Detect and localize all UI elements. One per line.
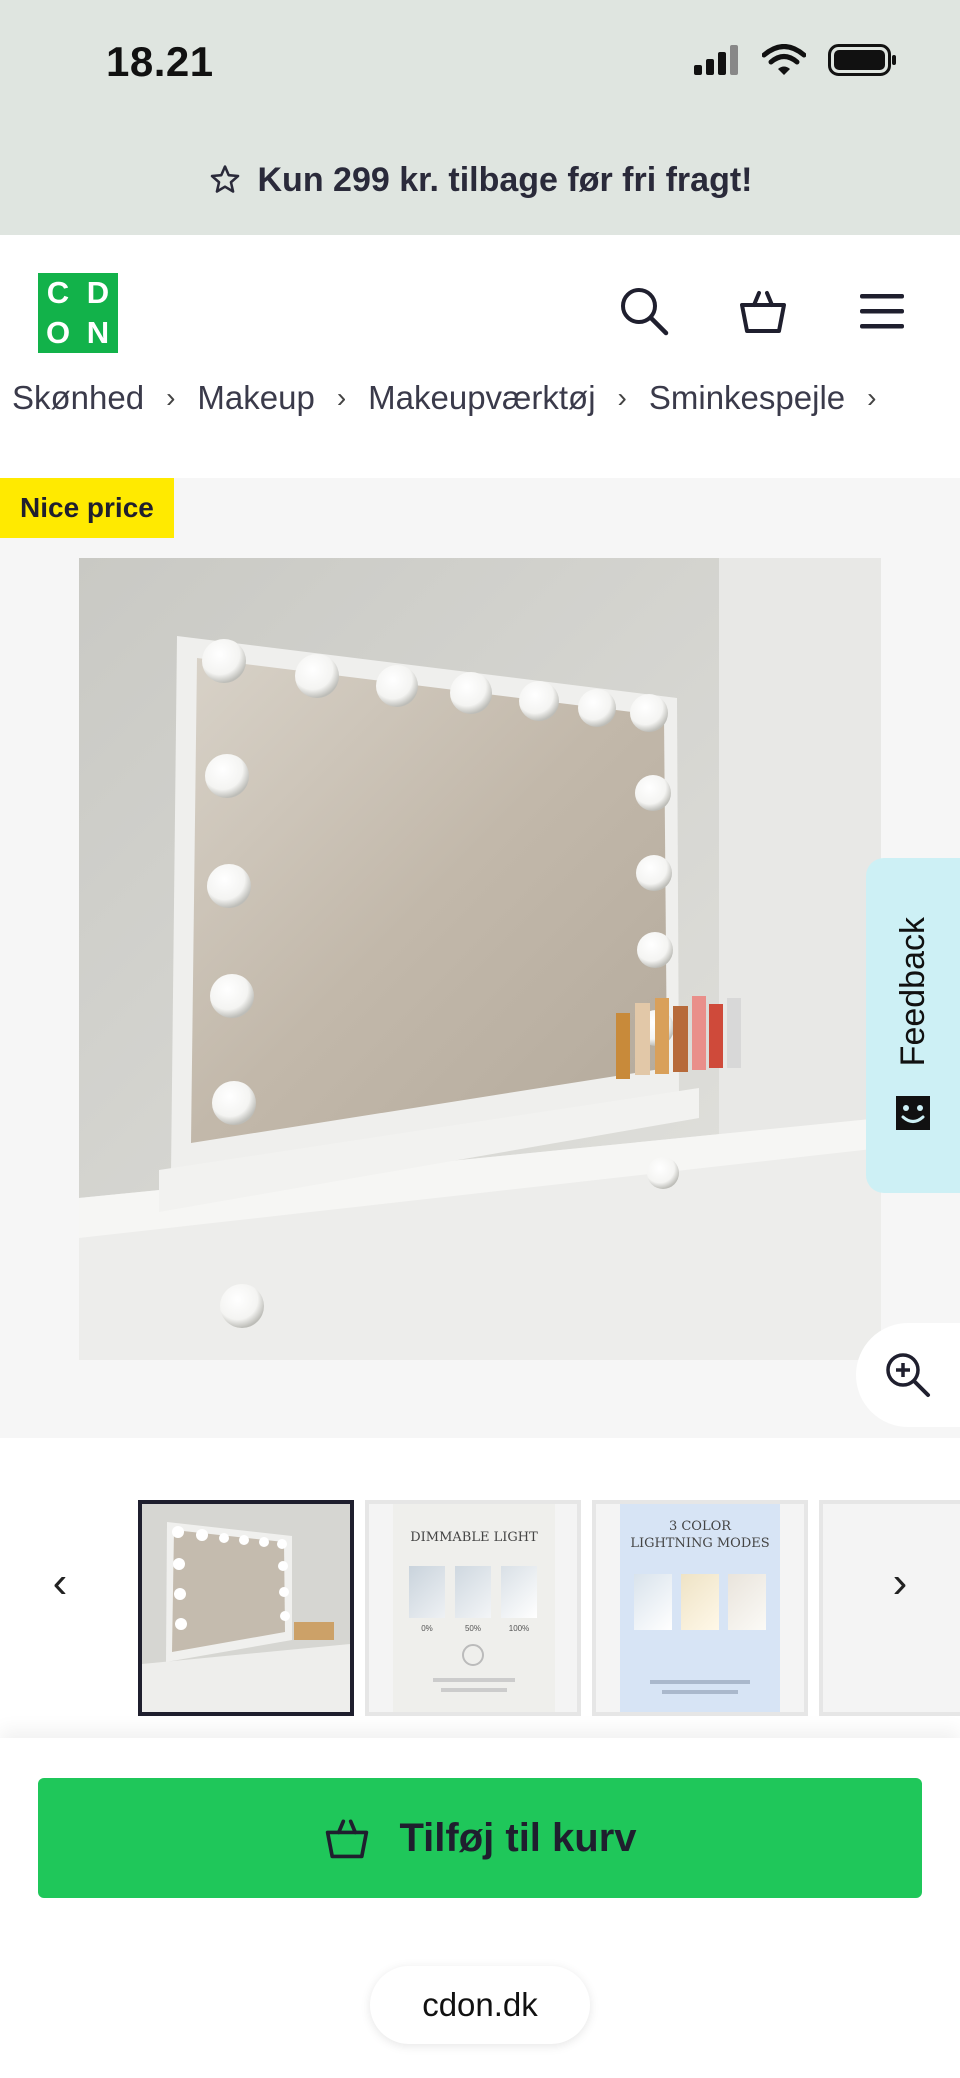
chevron-right-icon: › bbox=[892, 1558, 908, 1607]
logo-letter: C bbox=[46, 275, 70, 310]
wifi-icon bbox=[762, 44, 806, 75]
basket-icon bbox=[326, 1819, 369, 1859]
basket-button[interactable] bbox=[735, 283, 791, 339]
zoom-button[interactable] bbox=[856, 1323, 960, 1427]
nice-price-badge: Nice price bbox=[0, 478, 174, 538]
feedback-label: Feedback bbox=[893, 916, 932, 1067]
product-main-image[interactable] bbox=[79, 558, 881, 1360]
bottom-action-panel: Tilføj til kurv cdon.dk bbox=[0, 1738, 960, 2078]
prev-arrow-button[interactable]: ‹ bbox=[40, 1553, 80, 1613]
menu-button[interactable] bbox=[854, 283, 910, 339]
star-icon bbox=[210, 165, 239, 193]
signal-icon bbox=[694, 45, 738, 75]
promo-bar: Kun 299 kr. tilbage før fri fragt! bbox=[0, 125, 960, 235]
thumbnail-1[interactable] bbox=[138, 1500, 354, 1716]
site-header: C D O N bbox=[0, 235, 960, 385]
feedback-tab[interactable]: Feedback bbox=[866, 858, 960, 1193]
breadcrumb: Skønhed › Makeup › Makeupværktøj › Smink… bbox=[0, 370, 960, 426]
breadcrumb-item-makeupvaerktoj[interactable]: Makeupværktøj bbox=[356, 379, 607, 417]
status-time: 18.21 bbox=[106, 38, 214, 85]
search-icon bbox=[621, 288, 669, 336]
status-bar: 18.21 bbox=[0, 0, 960, 125]
logo-letter: O bbox=[45, 315, 71, 350]
thumbnail-title: DIMMABLE LIGHT bbox=[410, 1530, 538, 1545]
next-arrow-button[interactable]: › bbox=[880, 1553, 920, 1613]
chevron-right-icon: › bbox=[336, 382, 347, 413]
status-icons bbox=[694, 44, 898, 76]
cdon-logo[interactable]: C D O N bbox=[38, 273, 118, 353]
menu-icon bbox=[860, 294, 904, 329]
breadcrumb-item-skonhed[interactable]: Skønhed bbox=[0, 379, 156, 417]
chevron-right-icon: › bbox=[617, 382, 627, 413]
zoom-in-icon bbox=[886, 1353, 930, 1397]
thumbnail-3[interactable]: 3 COLOR LIGHTNING MODES bbox=[592, 1500, 808, 1716]
promo-text: Kun 299 kr. tilbage før fri fragt! bbox=[257, 160, 753, 199]
breadcrumb-item-makeup[interactable]: Makeup bbox=[185, 379, 326, 417]
logo-letter: D bbox=[86, 275, 110, 310]
browser-url-bar[interactable]: cdon.dk bbox=[370, 1966, 590, 2044]
thumbnail-caption: 100% bbox=[508, 1624, 530, 1633]
smiley-icon bbox=[896, 1096, 930, 1131]
search-button[interactable] bbox=[616, 283, 672, 339]
add-to-cart-label: Tilføj til kurv bbox=[399, 1815, 637, 1860]
thumbnail-caption: 0% bbox=[421, 1624, 433, 1633]
thumbnail-2[interactable]: DIMMABLE LIGHT 0% 50% 100% bbox=[365, 1500, 581, 1716]
breadcrumb-item-sminkespejle[interactable]: Sminkespejle bbox=[637, 379, 857, 417]
logo-letter: N bbox=[86, 315, 110, 350]
thumbnail-title: 3 COLOR LIGHTNING MODES bbox=[630, 1519, 770, 1551]
product-gallery: Nice price bbox=[0, 478, 960, 1438]
chevron-right-icon: › bbox=[166, 382, 176, 413]
chevron-left-icon: ‹ bbox=[52, 1558, 68, 1607]
add-to-cart-button[interactable]: Tilføj til kurv bbox=[38, 1778, 922, 1898]
thumbnail-caption: 50% bbox=[464, 1624, 481, 1633]
basket-icon bbox=[740, 291, 786, 333]
battery-icon bbox=[828, 44, 896, 76]
thumbnail-strip: ‹ DIMMABLE LIGHT 0% 50% 100% 3 COLOR LIG… bbox=[0, 1438, 960, 1738]
chevron-right-icon: › bbox=[867, 382, 877, 413]
